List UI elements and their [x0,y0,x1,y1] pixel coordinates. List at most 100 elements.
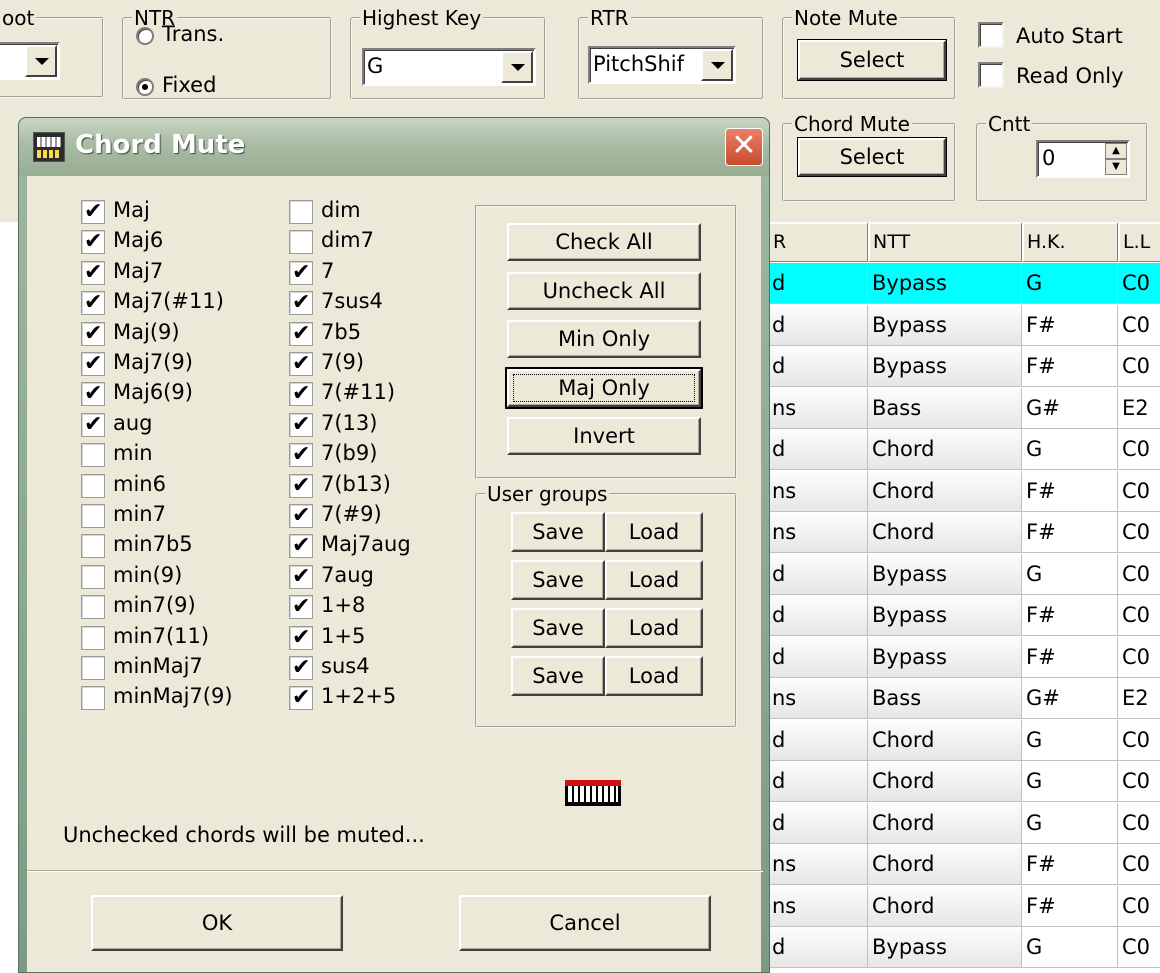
chord-checkbox-maj-9-[interactable]: ✔ [81,321,105,346]
ntr-trans-radio[interactable] [136,27,154,45]
grid-cell-ll[interactable]: C0 [1118,844,1160,885]
grid-cell-ntt[interactable]: Bass [868,387,1022,429]
grid-cell-ll[interactable]: C0 [1118,305,1160,346]
ok-button[interactable]: OK [91,895,343,951]
check-all-button[interactable]: Check All [507,223,701,261]
load-group-button[interactable]: Load [605,512,703,552]
grid-cell-ntr[interactable]: d [768,346,868,387]
root-combo[interactable] [0,42,60,80]
grid-cell-hk[interactable]: F# [1022,304,1118,346]
invert-button[interactable]: Invert [507,417,701,455]
chord-checkbox-min7-9-[interactable] [81,595,105,620]
chord-checkbox-min[interactable] [81,443,105,468]
grid-cell-ntt[interactable]: Chord [868,802,1022,844]
chord-checkbox-7[interactable]: ✔ [289,260,313,285]
grid-cell-ntr[interactable]: d [768,304,868,346]
grid-cell-ntr[interactable]: ns [768,512,868,553]
chord-checkbox-7sus4[interactable]: ✔ [289,290,313,316]
grid-cell-ntt[interactable]: Chord [868,844,1022,885]
chord-checkbox-maj6[interactable]: ✔ [81,229,105,255]
grid-cell-ll[interactable]: C0 [1118,720,1160,761]
grid-cell-hk[interactable]: G# [1022,678,1118,719]
chord-checkbox-7aug[interactable]: ✔ [289,564,313,589]
grid-cell-hk[interactable]: G [1022,719,1118,761]
grid-header-ntt[interactable]: NTT [868,222,1022,262]
grid-cell-ntt[interactable]: Bass [868,678,1022,719]
grid-cell-ntt[interactable]: Chord [868,429,1022,470]
grid-cell-hk[interactable]: F# [1022,346,1118,387]
chord-mute-select-button[interactable]: Select [797,137,947,177]
chord-checkbox-maj[interactable]: ✔ [81,199,105,224]
chord-checkbox-min7b5[interactable] [81,534,105,559]
grid-cell-ntr[interactable]: d [768,802,868,844]
grid-cell-ntt[interactable]: Bypass [868,636,1022,678]
grid-cell-ntr[interactable]: d [768,719,868,761]
grid-cell-ntr[interactable]: ns [768,387,868,429]
chevron-down-icon[interactable] [501,51,533,83]
grid-cell-hk[interactable]: G# [1022,387,1118,429]
save-group-button[interactable]: Save [511,656,605,696]
grid-cell-hk[interactable]: G [1022,927,1118,968]
close-icon[interactable]: ✕ [725,128,763,166]
grid-cell-ntr[interactable]: d [768,927,868,968]
grid-cell-ntt[interactable]: Bypass [868,595,1022,636]
grid-cell-ntt[interactable]: Chord [868,719,1022,761]
grid-cell-ll[interactable]: C0 [1118,346,1160,387]
grid-cell-hk[interactable]: F# [1022,512,1118,553]
min-only-button[interactable]: Min Only [507,320,701,358]
chord-checkbox-dim[interactable] [289,200,313,224]
grid-cell-ll[interactable]: C0 [1118,471,1160,512]
grid-cell-ntt[interactable]: Bypass [868,263,1022,304]
grid-cell-ntt[interactable]: Chord [868,470,1022,512]
grid-cell-ll[interactable]: C0 [1118,886,1160,927]
grid-cell-ntr[interactable]: d [768,761,868,802]
grid-cell-ll[interactable]: C0 [1118,761,1160,802]
grid-cell-ll[interactable]: C0 [1118,263,1160,304]
grid-cell-ntr[interactable]: ns [768,885,868,927]
save-group-button[interactable]: Save [511,560,605,600]
grid-cell-ntt[interactable]: Bypass [868,927,1022,968]
grid-cell-ntt[interactable]: Bypass [868,553,1022,595]
grid-cell-ll[interactable]: C0 [1118,927,1160,968]
grid-cell-ll[interactable]: E2 [1118,388,1160,429]
chord-checkbox-min7-11-[interactable] [81,625,105,650]
grid-cell-ll[interactable]: C0 [1118,637,1160,678]
chord-checkbox-aug[interactable]: ✔ [81,412,105,437]
grid-cell-hk[interactable]: G [1022,429,1118,470]
chevron-down-icon[interactable] [25,45,57,77]
chord-checkbox-dim7[interactable] [289,230,313,255]
chord-checkbox-maj6-9-[interactable]: ✔ [81,381,105,407]
uncheck-all-button[interactable]: Uncheck All [507,272,701,310]
grid-header-hk[interactable]: H.K. [1022,222,1118,262]
read-only-checkbox[interactable] [978,62,1004,88]
highest-key-combo[interactable]: G [362,48,536,86]
spin-down-icon[interactable]: ▼ [1105,159,1127,175]
grid-cell-hk[interactable]: G [1022,761,1118,802]
spin-up-icon[interactable]: ▲ [1105,143,1127,159]
chord-checkbox-maj7[interactable]: ✔ [81,260,105,285]
load-group-button[interactable]: Load [605,560,703,600]
chord-checkbox-7-13-[interactable]: ✔ [289,412,313,437]
grid-cell-ll[interactable]: C0 [1118,595,1160,636]
chevron-down-icon[interactable] [701,49,733,81]
chord-checkbox-7-b13-[interactable]: ✔ [289,473,313,498]
grid-cell-ntr[interactable]: d [768,636,868,678]
grid-cell-ntt[interactable]: Chord [868,512,1022,553]
grid-cell-ll[interactable]: E2 [1118,678,1160,719]
save-group-button[interactable]: Save [511,608,605,648]
auto-start-checkbox[interactable] [978,22,1004,48]
chord-checkbox-minmaj7[interactable] [81,656,105,680]
chord-checkbox-maj7-11-[interactable]: ✔ [81,290,105,316]
grid-cell-ntr[interactable]: ns [768,678,868,719]
grid-cell-ll[interactable]: C0 [1118,512,1160,553]
grid-cell-hk[interactable]: G [1022,263,1118,304]
rtr-combo[interactable]: PitchShif [588,46,736,84]
grid-cell-ll[interactable]: C0 [1118,803,1160,844]
maj-only-button[interactable]: Maj Only [505,367,703,409]
chord-checkbox-maj7-9-[interactable]: ✔ [81,351,105,376]
ntr-fixed-radio[interactable] [136,78,154,96]
chord-checkbox-7b5[interactable]: ✔ [289,321,313,346]
chord-checkbox-min-9-[interactable] [81,564,105,589]
load-group-button[interactable]: Load [605,656,703,696]
chord-checkbox-minmaj7-9-[interactable] [81,686,105,711]
